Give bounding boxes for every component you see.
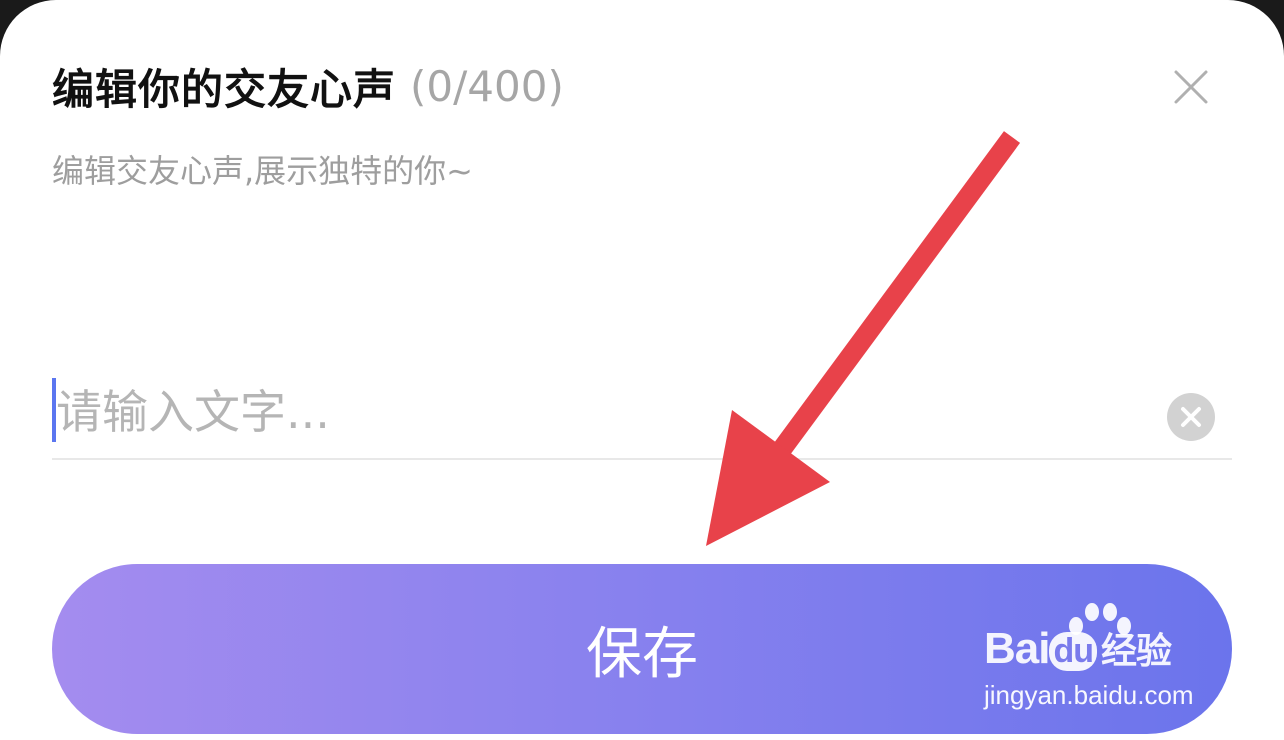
bottom-sheet-dialog: 编辑你的交友心声 (0/400) 编辑交友心声,展示独特的你~ 保存 Baidu… <box>0 0 1284 740</box>
dialog-title: 编辑你的交友心声 <box>52 64 397 114</box>
text-input-field <box>52 372 1232 460</box>
close-button[interactable] <box>1160 58 1222 120</box>
clear-circle-icon <box>1167 393 1215 441</box>
message-input[interactable] <box>56 372 1146 452</box>
dialog-header: 编辑你的交友心声 (0/400) <box>52 56 564 116</box>
save-button[interactable]: 保存 <box>52 564 1232 734</box>
char-counter: (0/400) <box>410 61 564 111</box>
close-icon <box>1174 70 1208 104</box>
dialog-subtitle: 编辑交友心声,展示独特的你~ <box>52 152 473 190</box>
clear-input-button[interactable] <box>1166 392 1216 442</box>
